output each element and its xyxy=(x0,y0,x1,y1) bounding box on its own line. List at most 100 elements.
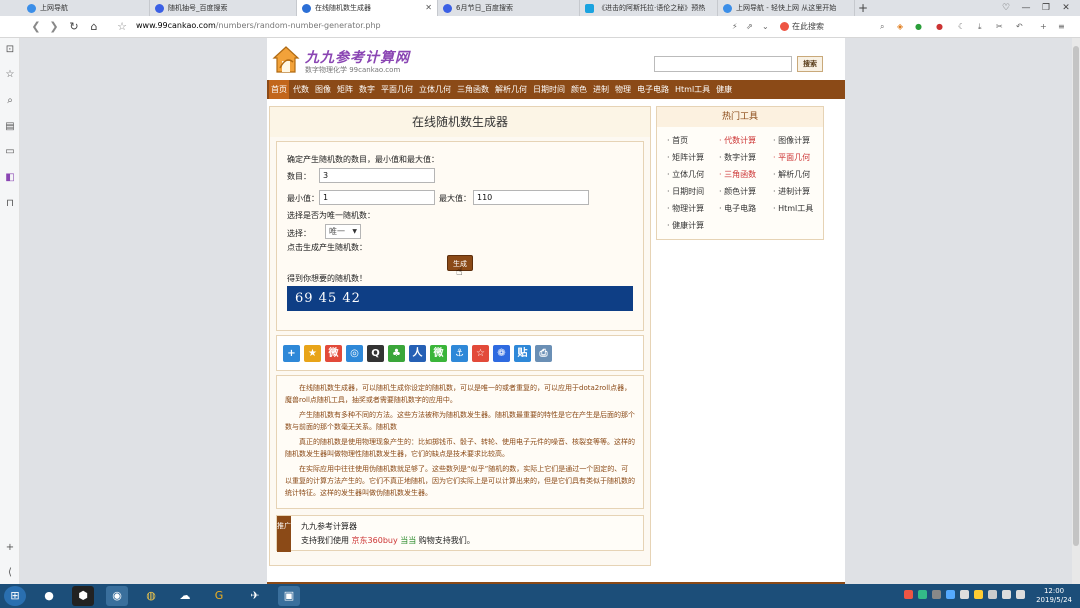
menu-item-numbers[interactable]: 数字 xyxy=(357,80,377,99)
shopping-cart-icon[interactable]: ⊓ xyxy=(4,198,16,210)
hot-tool-link[interactable]: · 健康计算 xyxy=(667,220,704,231)
qq-icon[interactable]: Q xyxy=(367,345,384,362)
max-input[interactable]: 110 xyxy=(473,190,589,205)
image-viewer-icon[interactable]: ▣ xyxy=(278,586,300,606)
tieba-icon[interactable]: 贴 xyxy=(514,345,531,362)
tab-2-active[interactable]: 在线随机数生成器 ✕ xyxy=(297,0,438,16)
clover-icon[interactable]: ♣ xyxy=(388,345,405,362)
unique-select[interactable]: 唯一 ▼ xyxy=(325,224,361,239)
tab-3[interactable]: 6月节日_百度搜索 xyxy=(438,0,580,16)
hot-tool-link[interactable]: · 数字计算 xyxy=(719,152,756,163)
tray-app-icon[interactable] xyxy=(904,590,913,599)
hot-tool-link[interactable]: · 首页 xyxy=(667,135,688,146)
volume-icon[interactable] xyxy=(1016,590,1025,599)
renren-icon[interactable]: 人 xyxy=(409,345,426,362)
video-icon[interactable]: ▭ xyxy=(4,146,16,158)
extension-red-icon[interactable]: ● xyxy=(936,20,943,34)
favorites-star-icon[interactable]: ☆ xyxy=(4,69,16,81)
bookmark-star-icon[interactable]: ☆ xyxy=(114,19,130,35)
hot-tool-link[interactable]: · 平面几何 xyxy=(773,152,810,163)
anchor-icon[interactable]: ⚓ xyxy=(451,345,468,362)
maximize-button[interactable]: ❐ xyxy=(1036,0,1056,16)
app-purple-icon[interactable]: ◧ xyxy=(4,172,16,184)
hot-tool-link[interactable]: · Html工具 xyxy=(773,203,813,214)
undo-icon[interactable]: ↶ xyxy=(1016,20,1023,34)
add-sidebar-icon[interactable]: + xyxy=(4,542,16,554)
hot-tool-link[interactable]: · 日期时间 xyxy=(667,186,704,197)
hot-tool-link[interactable]: · 电子电路 xyxy=(719,203,756,214)
back-arrow-icon[interactable]: ❮ xyxy=(28,19,44,35)
hot-tool-link[interactable]: · 三角函数 xyxy=(719,169,756,180)
tab-4[interactable]: 《进击的阿斯托拉·语伦之秘》预热 xyxy=(580,0,718,16)
min-input[interactable]: 1 xyxy=(319,190,435,205)
count-input[interactable]: 3 xyxy=(319,168,435,183)
menu-item-html-tools[interactable]: Html工具 xyxy=(673,80,712,99)
night-mode-moon-icon[interactable]: ☾ xyxy=(958,20,965,34)
menu-item-analytic-geometry[interactable]: 解析几何 xyxy=(493,80,529,99)
search-icon[interactable]: ⌕ xyxy=(4,95,16,107)
network-icon[interactable] xyxy=(1002,590,1011,599)
site-search-input[interactable] xyxy=(654,56,792,72)
weibo-icon[interactable]: 微 xyxy=(325,345,342,362)
hot-tool-link[interactable]: · 立体几何 xyxy=(667,169,704,180)
star-badge-icon[interactable]: ☆ xyxy=(472,345,489,362)
tray-app-icon[interactable] xyxy=(918,590,927,599)
g-app-icon[interactable]: G xyxy=(208,586,230,606)
hot-tool-link[interactable]: · 颜色计算 xyxy=(719,186,756,197)
share-page-icon[interactable]: ⇗ xyxy=(746,20,753,34)
tab-5[interactable]: 上网导航 - 轻快上网 从这里开始 xyxy=(718,0,855,16)
reload-icon[interactable]: ↻ xyxy=(66,19,82,35)
search-engine-box[interactable]: 在此搜索 xyxy=(780,20,824,34)
close-window-button[interactable]: ✕ xyxy=(1056,0,1076,16)
menu-item-solid-geometry[interactable]: 立体几何 xyxy=(417,80,453,99)
reader-icon[interactable]: ▤ xyxy=(4,121,16,133)
lightning-icon[interactable]: ⚡ xyxy=(732,20,738,34)
menu-icon[interactable]: ≡ xyxy=(1058,20,1065,34)
collapse-sidebar-icon[interactable]: ⟨ xyxy=(4,567,16,579)
game-controller-icon[interactable]: ◈ xyxy=(897,20,903,34)
hot-tool-link[interactable]: · 代数计算 xyxy=(719,135,756,146)
site-logo[interactable]: 九九参考计算网 数字物理化学 99cankao.com xyxy=(271,44,431,76)
minimize-button[interactable]: — xyxy=(1016,0,1036,16)
vertical-scrollbar[interactable] xyxy=(1072,38,1080,584)
url-field[interactable]: www.99cankao.com/numbers/random-number-g… xyxy=(136,21,381,30)
menu-item-graph[interactable]: 图像 xyxy=(313,80,333,99)
menu-item-algebra[interactable]: 代数 xyxy=(291,80,311,99)
add-icon[interactable]: + xyxy=(1040,20,1047,34)
menu-item-health[interactable]: 健康 xyxy=(714,80,734,99)
chrome-icon[interactable]: ◍ xyxy=(140,586,162,606)
favorite-star-icon[interactable]: ★ xyxy=(304,345,321,362)
bird-app-icon[interactable]: ✈ xyxy=(244,586,266,606)
cloud-app-icon[interactable]: ☁ xyxy=(174,586,196,606)
hot-tool-link[interactable]: · 进制计算 xyxy=(773,186,810,197)
menu-item-physics[interactable]: 物理 xyxy=(613,80,633,99)
taskbar-clock[interactable]: 12:00 2019/5/24 xyxy=(1036,587,1072,605)
tray-app-icon[interactable] xyxy=(960,590,969,599)
scrollbar-thumb[interactable] xyxy=(1073,46,1079,546)
menu-item-matrix[interactable]: 矩阵 xyxy=(335,80,355,99)
chevron-down-icon[interactable]: ⌄ xyxy=(762,20,769,34)
jd-link[interactable]: 京东360buy xyxy=(352,536,398,545)
search-icon[interactable]: ⌕ xyxy=(880,20,884,34)
menu-item-trigonometry[interactable]: 三角函数 xyxy=(455,80,491,99)
tab-1[interactable]: 随机抽号_百度搜索 xyxy=(150,0,297,16)
print-icon[interactable]: ⎙ xyxy=(535,345,552,362)
screenshot-icon[interactable]: ⊡ xyxy=(4,44,16,56)
game-app-icon[interactable]: ⬢ xyxy=(72,586,94,606)
tray-app-icon[interactable] xyxy=(946,590,955,599)
close-tab-icon[interactable]: ✕ xyxy=(425,3,432,12)
tray-app-icon[interactable] xyxy=(988,590,997,599)
start-button-icon[interactable]: ⊞ xyxy=(4,586,26,606)
menu-item-base[interactable]: 进制 xyxy=(591,80,611,99)
new-tab-button[interactable]: + xyxy=(855,0,871,16)
download-icon[interactable]: ⤓ xyxy=(978,20,982,34)
menu-item-datetime[interactable]: 日期时间 xyxy=(531,80,567,99)
baidu-icon[interactable]: ❁ xyxy=(493,345,510,362)
cut-scissors-icon[interactable]: ✂ xyxy=(996,20,1003,34)
favorite-heart-icon[interactable]: ♡ xyxy=(996,0,1016,16)
dangdang-link[interactable]: 当当 xyxy=(400,536,416,545)
home-icon[interactable]: ⌂ xyxy=(86,19,102,35)
menu-item-electronics[interactable]: 电子电路 xyxy=(635,80,671,99)
menu-item-plane-geometry[interactable]: 平面几何 xyxy=(379,80,415,99)
extension-green-icon[interactable]: ● xyxy=(915,20,922,34)
